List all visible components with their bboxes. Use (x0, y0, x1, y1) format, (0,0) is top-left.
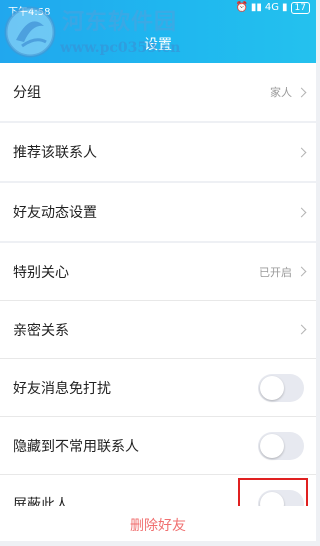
title-bar: 下午4:58 ⏰ ▮▮ 4G ▮ 17 设置 河东软件园 www.pc0359.… (0, 0, 316, 63)
battery-icon: 17 (290, 2, 310, 14)
mute-messages-toggle[interactable] (258, 373, 304, 402)
network-label: 4G (264, 2, 280, 13)
hide-contact-toggle[interactable] (258, 431, 304, 460)
intimate-relation-row[interactable]: 亲密关系 (0, 301, 316, 359)
status-time: 下午4:58 (8, 7, 51, 18)
intimate-relation-label: 亲密关系 (13, 322, 69, 339)
chevron-right-icon (296, 266, 307, 277)
chevron-right-icon (296, 87, 307, 97)
chevron-right-icon (296, 324, 307, 335)
friend-options-section: 特别关心 已开启 亲密关系 好友消息免打扰 隐藏到不常用联系人 屏蔽此人 (0, 243, 316, 533)
group-row[interactable]: 分组 家人 (0, 63, 316, 121)
group-section: 分组 家人 (0, 63, 316, 121)
alarm-icon: ⏰ (235, 2, 248, 13)
chevron-right-icon (296, 147, 307, 157)
chevron-right-icon (296, 207, 307, 217)
page-title: 设置 (144, 37, 172, 53)
special-care-label: 特别关心 (13, 264, 69, 281)
moments-section: 好友动态设置 (0, 183, 316, 241)
toggle-knob (260, 375, 284, 400)
recommend-label: 推荐该联系人 (13, 145, 97, 161)
recommend-section: 推荐该联系人 (0, 123, 316, 181)
status-icons: ⏰ ▮▮ 4G ▮ 17 (235, 2, 310, 14)
group-label: 分组 (13, 85, 41, 101)
toggle-knob (260, 433, 284, 458)
hide-contact-row: 隐藏到不常用联系人 (0, 417, 316, 475)
special-care-status: 已开启 (259, 265, 292, 279)
recommend-row[interactable]: 推荐该联系人 (0, 123, 316, 181)
group-value: 家人 (270, 86, 292, 99)
signal-icon: ▮▮ (250, 2, 262, 13)
signal-icon-2: ▮ (282, 2, 288, 13)
hide-contact-label: 隐藏到不常用联系人 (13, 438, 139, 455)
special-care-row[interactable]: 特别关心 已开启 (0, 243, 316, 301)
delete-friend-button[interactable]: 删除好友 (0, 506, 316, 541)
watermark-title: 河东软件园 (62, 9, 178, 35)
mute-messages-label: 好友消息免打扰 (13, 380, 111, 397)
mute-messages-row: 好友消息免打扰 (0, 359, 316, 417)
moments-settings-row[interactable]: 好友动态设置 (0, 183, 316, 241)
moments-settings-label: 好友动态设置 (13, 205, 97, 221)
